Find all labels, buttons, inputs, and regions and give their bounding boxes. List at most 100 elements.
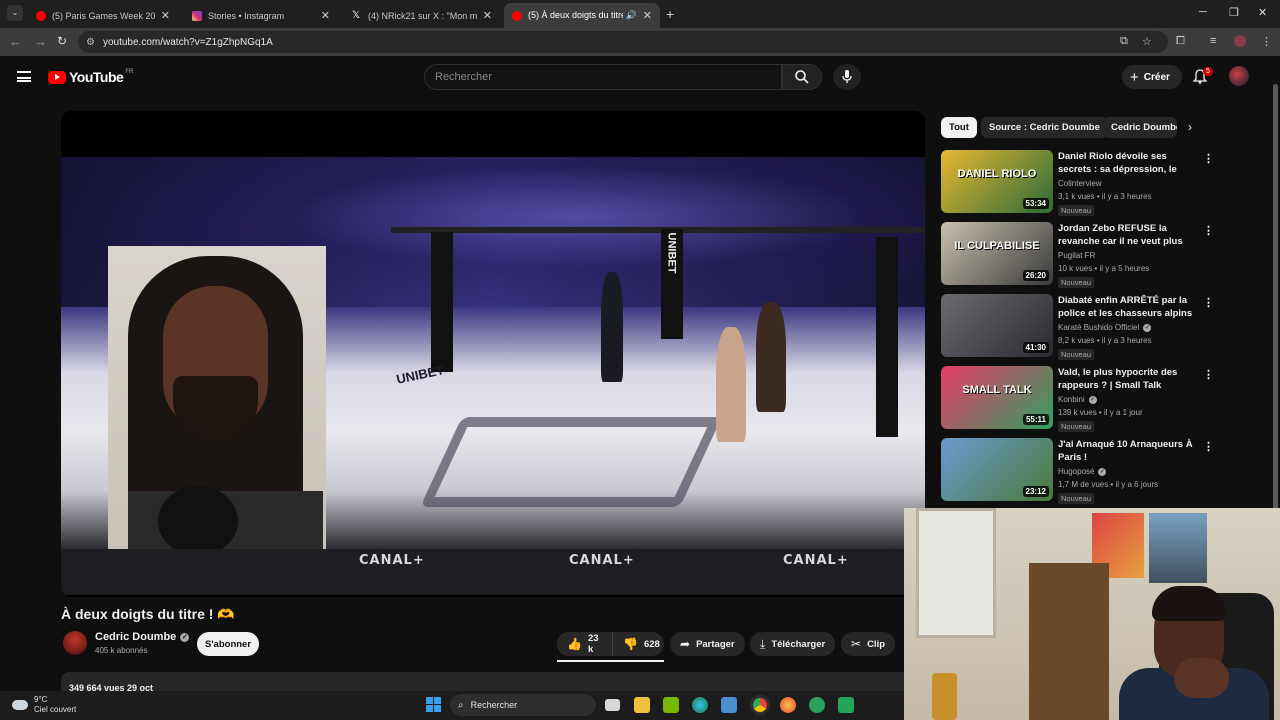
create-label: Créer (1143, 71, 1170, 83)
recommended-video[interactable]: SMALL TALK 55:11 Vald, le plus hypocrite d… (941, 366, 1214, 432)
discord-icon[interactable] (838, 697, 854, 713)
thumbnail-caption: DANIEL RIOLO (957, 168, 1037, 180)
chip-source-channel[interactable]: Source : Cedric Doumbe (981, 117, 1108, 138)
weather-widget[interactable]: 9°C Ciel couvert (12, 695, 76, 715)
edge-browser-icon[interactable] (692, 697, 708, 713)
firefox-icon[interactable] (780, 697, 796, 713)
video-thumbnail[interactable]: SMALL TALK 55:11 (941, 366, 1053, 429)
address-bar[interactable]: ⚙ youtube.com/watch?v=Z1gZhpNGq1A (78, 31, 1168, 53)
bookmark-star-icon[interactable]: ☆ (1142, 35, 1152, 48)
install-app-icon[interactable]: ⧉ (1120, 35, 1128, 48)
subscribe-button[interactable]: S'abonner (197, 632, 259, 656)
search-input[interactable]: Rechercher (424, 64, 782, 90)
browser-tab-3[interactable]: (5) À deux doigts du titre ! 🫶 🔊 ✕ (504, 3, 660, 28)
download-label: Télécharger (771, 638, 826, 650)
more-actions-icon[interactable]: ⋮ (1203, 368, 1214, 381)
close-tab-icon[interactable]: ✕ (161, 9, 170, 22)
close-tab-icon[interactable]: ✕ (483, 9, 492, 22)
task-view-icon[interactable] (605, 699, 620, 711)
audio-playing-icon[interactable]: 🔊 (626, 10, 637, 21)
tab-title: (5) À deux doigts du titre ! 🫶 (528, 10, 623, 20)
channel-name-link[interactable]: Konbini ✓ (1058, 395, 1097, 404)
more-actions-icon[interactable]: ⋮ (1203, 440, 1214, 453)
more-actions-icon[interactable]: ⋮ (1203, 152, 1214, 165)
site-info-icon[interactable]: ⚙ (86, 37, 95, 48)
verified-check-icon: ✓ (180, 632, 190, 642)
recommended-video[interactable]: 41:30 Diabaté enfin ARRÊTÉ par la police … (941, 294, 1214, 360)
video-title[interactable]: J'ai Arnaqué 10 Arnaqueurs À Paris ! (1058, 438, 1196, 464)
channel-name-link[interactable]: Cedric Doumbe ✓ (95, 631, 190, 643)
account-avatar[interactable] (1229, 66, 1249, 86)
youtube-logo[interactable]: YouTube FR (48, 69, 133, 85)
hamburger-menu-icon[interactable] (17, 71, 31, 82)
channel-name-link[interactable]: Colinterview (1058, 179, 1102, 188)
channel-avatar[interactable] (63, 631, 87, 655)
forward-arrow-icon[interactable]: → (34, 34, 47, 49)
maximize-window-icon[interactable]: ❐ (1229, 6, 1239, 19)
video-duration: 23:12 (1022, 486, 1049, 497)
voice-search-button[interactable] (833, 64, 861, 90)
windows-taskbar: 9°C Ciel couvert ⌕ Rechercher (0, 691, 904, 720)
cage-post (876, 237, 898, 437)
channel-name-link[interactable]: Hugoposé ✓ (1058, 467, 1107, 476)
app-icon[interactable] (809, 697, 825, 713)
close-tab-icon[interactable]: ✕ (321, 9, 330, 22)
video-thumbnail[interactable]: DANIEL RIOLO 53:34 (941, 150, 1053, 213)
taskbar-search[interactable]: ⌕ Rechercher (450, 694, 596, 716)
video-thumbnail[interactable]: IL CULPABILISE 26:20 (941, 222, 1053, 285)
cloudy-weather-icon (12, 700, 28, 710)
new-tab-button[interactable]: + (666, 6, 674, 22)
recommended-video[interactable]: DANIEL RIOLO 53:34 Daniel Riolo dévoile se… (941, 150, 1214, 216)
nvidia-icon[interactable] (663, 697, 679, 713)
channel-name: Colinterview (1058, 179, 1102, 188)
recommended-video[interactable]: IL CULPABILISE 26:20 Jordan Zebo REFUSE la… (941, 222, 1214, 288)
search-button[interactable] (782, 64, 822, 90)
video-title[interactable]: Vald, le plus hypocrite des rappeurs ? |… (1058, 366, 1196, 392)
video-player[interactable]: UNIBET UNIBET CANAL+ CANAL+ CANAL+ (61, 111, 925, 597)
browser-tab-0[interactable]: (5) Paris Games Week 2025 : Vi ✕ (28, 3, 178, 28)
reading-list-icon[interactable]: ≡ (1210, 35, 1216, 47)
close-window-icon[interactable]: ✕ (1258, 6, 1267, 19)
file-explorer-icon[interactable] (634, 697, 650, 713)
profile-icon[interactable] (1234, 35, 1246, 47)
create-button[interactable]: + Créer (1122, 65, 1182, 89)
video-metadata: 3,1 k vues • il y a 3 heures (1058, 192, 1152, 201)
dislike-button[interactable]: 👎 628 (612, 632, 664, 656)
share-button[interactable]: ➦ Partager (670, 632, 745, 656)
webcam-shelf (1029, 563, 1109, 720)
clip-button[interactable]: ✂ Clip (841, 632, 896, 656)
webcam-person-hand (1174, 658, 1229, 698)
like-button[interactable]: 👍 23 k (557, 632, 612, 656)
video-thumbnail[interactable]: 23:12 (941, 438, 1053, 501)
back-arrow-icon[interactable]: ← (9, 34, 22, 49)
video-thumbnail[interactable]: 41:30 (941, 294, 1053, 357)
store-icon[interactable] (721, 697, 737, 713)
video-title[interactable]: Jordan Zebo REFUSE la revanche car il ne… (1058, 222, 1196, 248)
channel-name-link[interactable]: Karaté Bushido Officiel ✓ (1058, 323, 1152, 332)
temperature: 9°C (34, 695, 48, 704)
webcam-jar (932, 673, 957, 720)
channel-name: Pugilat FR (1058, 251, 1096, 260)
recommended-video[interactable]: 23:12 J'ai Arnaqué 10 Arnaqueurs À Paris … (941, 438, 1214, 504)
video-title[interactable]: Daniel Riolo dévoile ses secrets : sa dé… (1058, 150, 1196, 176)
chevron-right-icon[interactable]: › (1188, 120, 1192, 134)
windows-start-icon[interactable] (426, 697, 441, 712)
more-actions-icon[interactable]: ⋮ (1203, 296, 1214, 309)
thumbnail-caption: SMALL TALK (962, 384, 1032, 396)
channel-name-link[interactable]: Pugilat FR (1058, 251, 1095, 260)
chrome-browser-icon[interactable] (750, 695, 770, 715)
minimize-window-icon[interactable]: ─ (1199, 6, 1207, 18)
tab-list-dropdown-icon[interactable]: ⌄ (7, 5, 23, 21)
share-arrow-icon: ➦ (680, 637, 691, 651)
reload-icon[interactable]: ↻ (57, 34, 67, 48)
browser-menu-icon[interactable]: ⋮ (1261, 35, 1272, 48)
extensions-icon[interactable]: ⧠ (1176, 35, 1185, 48)
download-button[interactable]: ⤓ Télécharger (750, 632, 836, 656)
more-actions-icon[interactable]: ⋮ (1203, 224, 1214, 237)
video-title[interactable]: Diabaté enfin ARRÊTÉ par la police et le… (1058, 294, 1196, 320)
chip-all[interactable]: Tout (941, 117, 977, 138)
browser-tab-2[interactable]: 𝕏 (4) NRick21 sur X : "Mon minia ✕ (344, 3, 500, 28)
close-tab-icon[interactable]: ✕ (643, 9, 652, 22)
chip-channel[interactable]: Cedric Doumbe (1103, 117, 1177, 138)
browser-tab-1[interactable]: Stories • Instagram ✕ (184, 3, 338, 28)
